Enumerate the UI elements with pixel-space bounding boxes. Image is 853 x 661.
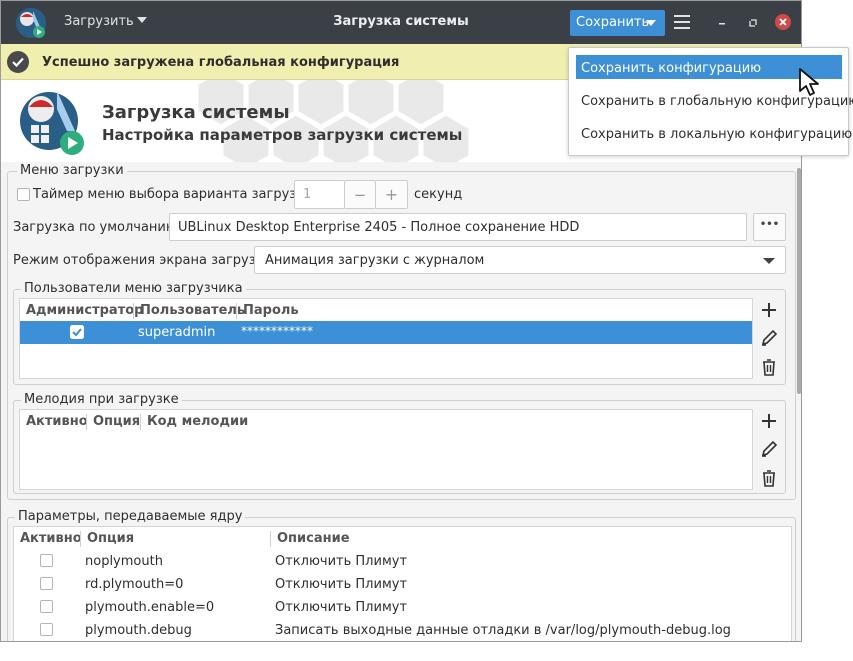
boot-screen-mode-label: Режим отображения экрана загрузки: — [13, 253, 277, 268]
password-cell: ************ — [241, 324, 313, 338]
timer-decrement-button[interactable]: − — [344, 180, 376, 209]
kernel-param-option: plymouth.enable=0 — [85, 600, 215, 615]
plus-icon[interactable] — [757, 298, 781, 322]
kernel-param-checkbox[interactable] — [40, 554, 53, 567]
page-subtitle: Настройка параметров загрузки системы — [102, 126, 463, 144]
kernel-param-checkbox[interactable] — [40, 577, 53, 590]
mouse-cursor-icon — [799, 68, 819, 96]
kernel-param-option: plymouth.debug — [85, 623, 192, 638]
kernel-param-checkbox[interactable] — [40, 623, 53, 636]
trash-icon[interactable] — [757, 466, 781, 490]
info-message: Успешно загружена глобальная конфигураци… — [42, 55, 400, 70]
kernel-param-option: rd.plymouth=0 — [85, 577, 184, 592]
save-button[interactable]: Сохранить — [570, 10, 665, 36]
column-divider — [86, 414, 87, 430]
kernel-param-description: Отключить Плимут — [275, 600, 408, 615]
column-header-active[interactable]: Активно — [26, 414, 88, 429]
timer-increment-button[interactable]: + — [375, 180, 408, 209]
timer-value-input[interactable]: 1 — [294, 180, 345, 209]
scrollbar[interactable] — [797, 168, 801, 394]
column-divider — [270, 531, 271, 547]
melody-frame-label: Мелодия при загрузке — [21, 392, 182, 407]
column-header-melody-code[interactable]: Код мелодии — [147, 414, 248, 429]
checkmark-circle-icon — [7, 51, 29, 73]
timer-checkbox[interactable] — [17, 188, 30, 201]
user-name-cell: superadmin — [138, 325, 216, 340]
chevron-down-icon — [763, 258, 775, 264]
kernel-param-checkbox[interactable] — [40, 600, 53, 613]
column-header-password[interactable]: Пароль — [243, 303, 299, 318]
titlebar: Загрузить Загрузка системы Сохранить — [1, 1, 801, 44]
kernel-param-description: Записать выходные данные отладки в /var/… — [275, 623, 731, 638]
chevron-down-icon — [136, 17, 147, 23]
load-menu-button[interactable]: Загрузить — [64, 14, 147, 29]
kernel-param-description: Отключить Плимут — [275, 554, 408, 569]
close-icon[interactable] — [775, 14, 791, 30]
column-divider — [140, 414, 141, 430]
column-header-option[interactable]: Опция — [93, 414, 140, 429]
pencil-icon[interactable] — [757, 437, 781, 461]
trash-icon[interactable] — [757, 355, 781, 379]
users-frame-label: Пользователи меню загрузчика — [21, 281, 246, 296]
browse-button[interactable]: ••• — [753, 213, 786, 241]
kernel-param-option: noplymouth — [85, 554, 163, 569]
kernel-param-description: Отключить Плимут — [275, 577, 408, 592]
column-header-description[interactable]: Описание — [277, 531, 350, 546]
admin-checkbox[interactable] — [70, 325, 84, 339]
load-menu-label: Загрузить — [64, 14, 134, 29]
boot-menu-frame-label: Меню загрузки — [17, 163, 127, 178]
plus-icon[interactable] — [757, 409, 781, 433]
kernel-params-frame-label: Параметры, передаваемые ядру — [15, 509, 246, 524]
column-divider — [236, 303, 237, 319]
app-logo-icon — [16, 8, 46, 38]
column-header-option[interactable]: Опция — [87, 531, 134, 546]
hamburger-menu-icon[interactable] — [674, 15, 690, 30]
column-header-admin[interactable]: Администратор — [26, 303, 143, 318]
maximize-icon[interactable] — [745, 15, 761, 31]
boot-screen-mode-value: Анимация загрузки с журналом — [265, 253, 485, 268]
column-header-user[interactable]: Пользователь — [140, 303, 245, 318]
boot-screen-mode-select[interactable]: Анимация загрузки с журналом — [254, 246, 786, 274]
column-divider — [80, 531, 81, 547]
save-button-label: Сохранить — [576, 15, 650, 30]
minimize-icon[interactable] — [714, 15, 730, 31]
table-row[interactable]: superadmin ************ — [20, 321, 752, 344]
pencil-icon[interactable] — [757, 326, 781, 350]
default-boot-label: Загрузка по умолчанию: — [13, 220, 182, 235]
default-boot-input[interactable]: UBLinux Desktop Enterprise 2405 - Полное… — [169, 213, 747, 241]
chevron-down-icon — [646, 20, 656, 26]
menu-item-save-local[interactable]: Сохранить в локальную конфигурацию — [576, 121, 852, 145]
timer-label: Таймер меню выбора варианта загрузки: — [33, 187, 317, 202]
column-header-active[interactable]: Активно — [20, 531, 82, 546]
column-divider — [133, 303, 134, 319]
timer-unit-label: секунд — [414, 187, 463, 202]
save-dropdown-menu: Сохранить конфигурацию Сохранить в глоба… — [568, 47, 853, 156]
app-large-logo-icon — [20, 91, 84, 155]
page-title: Загрузка системы — [102, 102, 290, 123]
